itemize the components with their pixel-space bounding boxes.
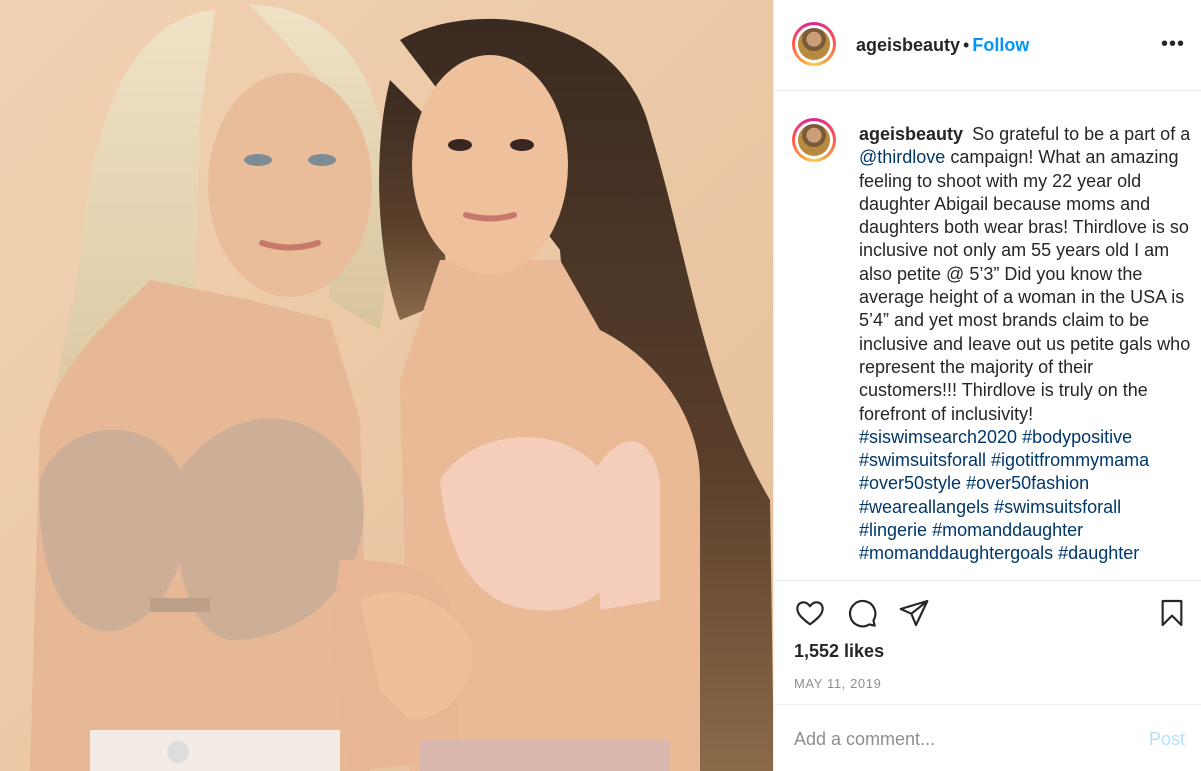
- post-side-panel: ageisbeauty • Follow ••• ageisbeauty So gr…: [774, 0, 1201, 771]
- comment-icon[interactable]: [846, 597, 878, 629]
- caption-username[interactable]: ageisbeauty: [859, 124, 963, 144]
- heart-icon[interactable]: [794, 597, 826, 629]
- hashtag-link[interactable]: #swimsuitsforall: [859, 450, 986, 470]
- hashtag-link[interactable]: #swimsuitsforall: [994, 497, 1121, 517]
- likes-count[interactable]: 1,552 likes: [794, 641, 884, 662]
- separator-dot: •: [963, 35, 970, 55]
- hashtag-link[interactable]: #bodypositive: [1022, 427, 1132, 447]
- caption-text-part: So grateful to be a part of a: [972, 124, 1191, 144]
- caption-text-part: campaign! What an amazing feeling to sho…: [859, 147, 1191, 424]
- hashtag-link[interactable]: #igotitfrommymama: [991, 450, 1149, 470]
- avatar[interactable]: [792, 22, 836, 66]
- more-options-icon[interactable]: •••: [1161, 34, 1185, 54]
- photo-illustration: [0, 0, 773, 771]
- hashtag-link[interactable]: #over50fashion: [966, 473, 1089, 493]
- comment-input[interactable]: Add a comment...: [794, 729, 935, 750]
- hashtag-link[interactable]: #lingerie: [859, 520, 927, 540]
- hashtag-link[interactable]: #daughter: [1058, 543, 1139, 563]
- post-date: MAY 11, 2019: [794, 676, 882, 691]
- post-comment-button[interactable]: Post: [1149, 729, 1185, 750]
- hashtag-link[interactable]: #weareallangels: [859, 497, 989, 517]
- caption-text: ageisbeauty So grateful to be a part of …: [859, 123, 1194, 566]
- avatar-photo: [798, 28, 830, 60]
- hashtag-link[interactable]: #over50style: [859, 473, 961, 493]
- header-username[interactable]: ageisbeauty: [856, 35, 960, 55]
- hashtag-link[interactable]: #momanddaughtergoals: [859, 543, 1053, 563]
- share-icon[interactable]: [898, 597, 930, 629]
- hashtag-link[interactable]: #momanddaughter: [932, 520, 1083, 540]
- follow-button[interactable]: Follow: [972, 35, 1029, 55]
- instagram-post: ageisbeauty • Follow ••• ageisbeauty So gr…: [0, 0, 1201, 771]
- post-actions: 1,552 likes MAY 11, 2019 Add a comment..…: [774, 580, 1201, 769]
- caption-avatar[interactable]: [792, 118, 836, 162]
- post-header: ageisbeauty • Follow •••: [774, 0, 1201, 91]
- post-photo[interactable]: [0, 0, 774, 771]
- bookmark-icon[interactable]: [1156, 597, 1188, 629]
- mention-link[interactable]: @thirdlove: [859, 147, 945, 167]
- hashtag-link[interactable]: #siswimsearch2020: [859, 427, 1017, 447]
- comments-area[interactable]: ageisbeauty So grateful to be a part of …: [774, 91, 1201, 580]
- header-user-line: ageisbeauty • Follow: [856, 34, 1029, 56]
- comment-composer: Add a comment... Post: [774, 704, 1201, 770]
- avatar-photo: [798, 124, 830, 156]
